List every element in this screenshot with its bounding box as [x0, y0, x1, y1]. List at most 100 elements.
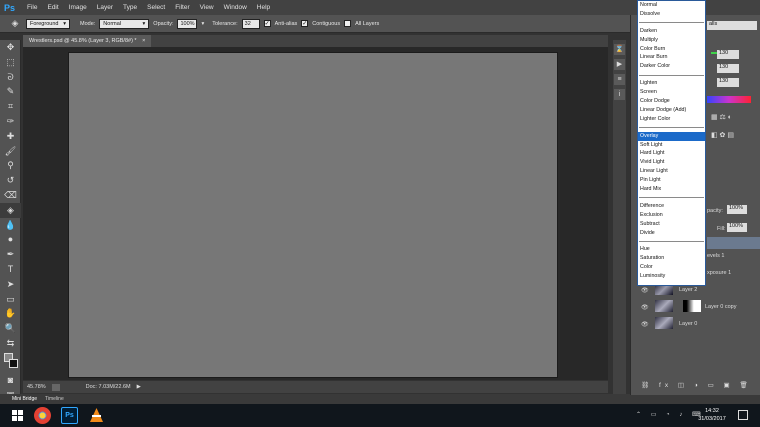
- history-panel-icon[interactable]: ⌛: [614, 44, 625, 55]
- move-tool-icon[interactable]: ✥: [0, 40, 21, 55]
- type-tool-icon[interactable]: T: [0, 262, 21, 277]
- menu-window[interactable]: Window: [219, 4, 252, 11]
- layer-name-levels[interactable]: evels 1: [707, 253, 724, 259]
- blend-mode-option[interactable]: Color: [638, 263, 705, 272]
- blend-mode-option[interactable]: Multiply: [638, 36, 705, 45]
- menu-layer[interactable]: Layer: [92, 4, 118, 11]
- contiguous-checkbox[interactable]: ✓: [301, 20, 309, 27]
- blend-mode-option[interactable]: Vivid Light: [638, 158, 705, 167]
- blend-mode-option[interactable]: Dissolve: [638, 10, 705, 19]
- eye-icon[interactable]: 👁: [641, 321, 649, 328]
- actions-panel-icon[interactable]: ▶: [614, 59, 625, 70]
- marquee-tool-icon[interactable]: ⬚: [0, 55, 21, 70]
- color-value-b[interactable]: 130: [717, 78, 739, 87]
- clock-time[interactable]: 14:32: [702, 408, 722, 414]
- adjustments-icons-row2[interactable]: ◧ ✿ ▤: [711, 131, 734, 139]
- color-ramp[interactable]: [707, 96, 751, 103]
- layer-row-selected[interactable]: [707, 237, 760, 249]
- system-tray-icons[interactable]: ⌃ ▭ ◔ ♪ ⌨: [636, 411, 705, 418]
- properties-panel-icon[interactable]: ≡: [614, 74, 625, 85]
- layers-panel-footer-icons[interactable]: ⛓ fx ◫ ◑ ▭ ▣ 🗑: [641, 381, 752, 389]
- notifications-icon[interactable]: [738, 410, 748, 420]
- eye-icon[interactable]: 👁: [641, 287, 649, 294]
- menu-file[interactable]: File: [22, 4, 42, 11]
- menu-view[interactable]: View: [195, 4, 219, 11]
- status-arrow-icon[interactable]: ▶: [137, 384, 141, 390]
- blend-mode-option[interactable]: Darker Color: [638, 62, 705, 71]
- healing-brush-tool-icon[interactable]: ✚: [0, 129, 21, 144]
- windows-start-icon[interactable]: [12, 410, 23, 421]
- blend-mode-option[interactable]: Subtract: [638, 220, 705, 229]
- blend-mode-option[interactable]: Hue: [638, 245, 705, 254]
- brush-tool-icon[interactable]: 🖌: [0, 144, 21, 159]
- chrome-taskbar-icon[interactable]: [34, 407, 51, 424]
- color-value-g[interactable]: 130: [717, 64, 739, 73]
- path-select-tool-icon[interactable]: ➤: [0, 277, 21, 292]
- menu-edit[interactable]: Edit: [42, 4, 63, 11]
- blend-mode-option[interactable]: Hard Light: [638, 149, 705, 158]
- lasso-tool-icon[interactable]: ᘐ: [0, 70, 21, 85]
- blend-mode-option[interactable]: Saturation: [638, 254, 705, 263]
- history-brush-tool-icon[interactable]: ↺: [0, 173, 21, 188]
- eye-icon[interactable]: 👁: [641, 304, 649, 311]
- clock-date[interactable]: 31/03/2017: [696, 416, 728, 422]
- blend-mode-option[interactable]: Color Burn: [638, 45, 705, 54]
- blend-mode-option[interactable]: Difference: [638, 202, 705, 211]
- blend-mode-option[interactable]: Exclusion: [638, 211, 705, 220]
- clone-stamp-tool-icon[interactable]: ⚲: [0, 158, 21, 173]
- all-layers-checkbox[interactable]: [344, 20, 352, 27]
- blend-mode-option[interactable]: Color Dodge: [638, 97, 705, 106]
- color-swatches[interactable]: [0, 351, 21, 373]
- blend-mode-option[interactable]: Linear Dodge (Add): [638, 106, 705, 115]
- zoom-level[interactable]: 45.78%: [27, 384, 46, 390]
- menu-type[interactable]: Type: [118, 4, 142, 11]
- document-canvas[interactable]: [68, 52, 558, 378]
- status-menu-icon[interactable]: [51, 383, 60, 391]
- tab-mini-bridge[interactable]: Mini Bridge: [12, 396, 37, 402]
- blend-mode-option[interactable]: Normal: [638, 1, 705, 10]
- dodge-tool-icon[interactable]: ●: [0, 232, 21, 247]
- adjustments-icons[interactable]: ▦ ⚖ ◐: [711, 113, 732, 121]
- crop-tool-icon[interactable]: ⌗: [0, 99, 21, 114]
- blend-mode-option[interactable]: Soft Light: [638, 141, 705, 150]
- tab-timeline[interactable]: Timeline: [45, 396, 64, 402]
- vlc-taskbar-icon[interactable]: [88, 407, 105, 424]
- blend-mode-option[interactable]: Linear Light: [638, 167, 705, 176]
- menu-help[interactable]: Help: [252, 4, 275, 11]
- tolerance-input[interactable]: 32: [241, 18, 260, 29]
- blend-mode-option[interactable]: Screen: [638, 88, 705, 97]
- color-value-r[interactable]: 130: [717, 50, 739, 59]
- menu-image[interactable]: Image: [64, 4, 92, 11]
- layer-fill-input[interactable]: 100%: [727, 223, 747, 232]
- fill-source-select[interactable]: Foreground ▾: [26, 18, 70, 29]
- blend-mode-select-tail[interactable]: alls: [707, 21, 757, 30]
- blend-mode-option[interactable]: Overlay: [638, 131, 705, 141]
- close-icon[interactable]: ×: [142, 38, 145, 44]
- shape-tool-icon[interactable]: ▭: [0, 292, 21, 307]
- hand-tool-icon[interactable]: ✋: [0, 306, 21, 321]
- layer-opacity-input[interactable]: 100%: [727, 205, 747, 214]
- menu-select[interactable]: Select: [142, 4, 170, 11]
- layer-name-exposure[interactable]: xposure 1: [707, 270, 731, 276]
- background-color-swatch[interactable]: [9, 358, 18, 368]
- blend-mode-option[interactable]: Pin Light: [638, 176, 705, 185]
- photoshop-taskbar-icon[interactable]: Ps: [61, 407, 78, 424]
- opacity-chevron-icon[interactable]: ▾: [201, 21, 204, 27]
- opacity-input[interactable]: 100%: [177, 18, 198, 29]
- quick-mask-icon[interactable]: ◙: [0, 373, 21, 388]
- blur-tool-icon[interactable]: 💧: [0, 218, 21, 233]
- blend-mode-option[interactable]: Hard Mix: [638, 185, 705, 194]
- eyedropper-tool-icon[interactable]: ✑: [0, 114, 21, 129]
- menu-filter[interactable]: Filter: [170, 4, 194, 11]
- blend-mode-option[interactable]: Lighten: [638, 79, 705, 88]
- blend-mode-option[interactable]: Luminosity: [638, 272, 705, 281]
- blend-mode-option[interactable]: Divide: [638, 229, 705, 238]
- blend-mode-dropdown[interactable]: Normal Dissolve Darken Multiply Color Burn Li…: [637, 0, 706, 286]
- swap-colors-icon[interactable]: ⇆: [0, 336, 21, 351]
- blend-mode-option[interactable]: Lighter Color: [638, 115, 705, 124]
- blend-mode-option[interactable]: Darken: [638, 27, 705, 36]
- info-panel-icon[interactable]: i: [614, 89, 625, 100]
- antialias-checkbox[interactable]: ✓: [263, 20, 271, 27]
- quick-select-tool-icon[interactable]: ✎: [0, 84, 21, 99]
- paint-bucket-tool-icon[interactable]: ◈: [0, 202, 21, 218]
